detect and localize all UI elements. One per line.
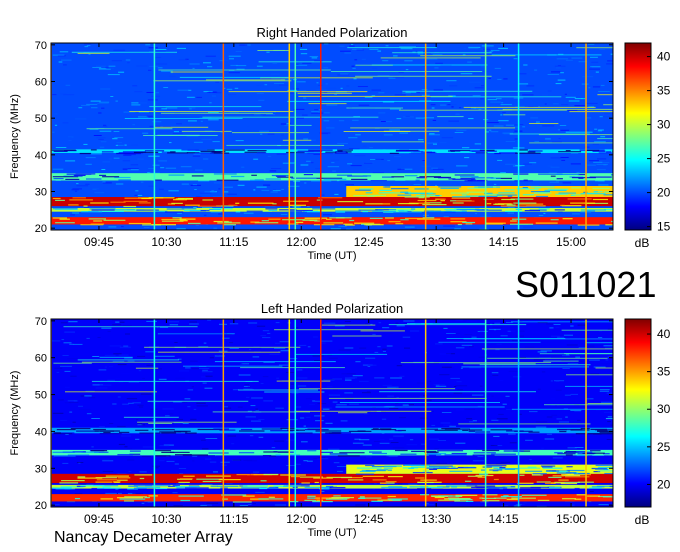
x-tick-label: 12:00 [286, 512, 316, 526]
x-tick-label: 12:45 [354, 235, 384, 249]
x-tick-label: 14:15 [489, 235, 519, 249]
panel-left-polarization: Left Handed Polarization 09:45 10:30 11:15 1… [9, 301, 671, 539]
x-tick-label: 12:00 [286, 235, 316, 249]
vertical-event-7 [484, 319, 487, 507]
event-id: S011021 [515, 264, 657, 305]
plot-title: Left Handed Polarization [261, 301, 403, 316]
y-axis-label: Frequency (MHz) [9, 94, 21, 179]
y-axis-label: Frequency (MHz) [9, 371, 21, 456]
x-tick-label: 09:45 [84, 512, 114, 526]
colorbar-gradient [624, 42, 652, 231]
vertical-event-5 [320, 43, 322, 230]
y-tick-label: 20 [35, 223, 47, 235]
y-tick-label: 40 [35, 426, 47, 438]
x-tick-label: 11:15 [219, 235, 248, 249]
vertical-event-1 [153, 319, 156, 507]
colorbar-tick-label: 25 [657, 440, 671, 454]
vertical-event-6 [424, 43, 427, 230]
vertical-event-8 [517, 43, 520, 230]
y-tick-label: 50 [35, 390, 47, 402]
y-tick-label: 70 [35, 40, 47, 52]
y-tick-label: 50 [35, 113, 47, 125]
colorbar-tick-label: 20 [657, 186, 671, 200]
vertical-event-9 [585, 319, 587, 507]
y-tick-label: 60 [35, 77, 47, 89]
x-axis-label: Time (UT) [307, 527, 356, 539]
y-tick-label: 40 [35, 150, 47, 162]
y-tick-label: 20 [35, 500, 47, 512]
colorbar-unit-label: dB [635, 513, 650, 527]
vertical-event-6 [424, 319, 427, 507]
colorbar-tick-label: 15 [657, 220, 671, 234]
colorbar-unit-label: dB [635, 236, 650, 250]
panel-right-polarization: Right Handed Polarization 09:45 10:30 11:15… [9, 25, 671, 262]
vertical-event-3 [288, 319, 291, 507]
y-tick-label: 60 [35, 353, 47, 365]
colorbar-tick-label: 35 [657, 365, 671, 379]
colorbar: 20 25 30 35 40 dB [624, 318, 671, 527]
colorbar-tick-label: 40 [657, 327, 671, 341]
x-axis-label: Time (UT) [307, 250, 356, 262]
vertical-event-4 [294, 319, 297, 507]
colorbar-tick-label: 25 [657, 152, 671, 166]
x-tick-label: 13:30 [421, 512, 451, 526]
x-tick-label: 11:15 [219, 512, 248, 526]
x-tick-label: 15:00 [556, 512, 586, 526]
colorbar-tick-label: 40 [657, 50, 671, 64]
vertical-event-4 [294, 43, 297, 230]
vertical-event-5 [320, 319, 322, 507]
x-tick-label: 12:45 [354, 512, 384, 526]
vertical-event-9 [585, 43, 587, 230]
y-tick-label: 30 [35, 187, 47, 199]
colorbar-tick-label: 30 [657, 402, 671, 416]
plot-title: Right Handed Polarization [256, 25, 407, 40]
vertical-event-2 [222, 319, 225, 507]
colorbar-tick-label: 30 [657, 118, 671, 132]
x-tick-label: 14:15 [489, 512, 519, 526]
x-tick-label: 10:30 [151, 512, 181, 526]
colorbar-tick-label: 20 [657, 477, 671, 491]
colorbar-gradient [624, 318, 652, 508]
x-tick-label: 09:45 [84, 235, 114, 249]
instrument-name: Nancay Decameter Array [54, 529, 233, 546]
vertical-event-3 [288, 43, 291, 230]
x-tick-label: 15:00 [556, 235, 586, 249]
vertical-event-1 [153, 43, 156, 230]
colorbar: 15 20 25 30 35 40 dB [624, 42, 671, 250]
colorbar-tick-label: 35 [657, 84, 671, 98]
vertical-event-8 [517, 319, 520, 507]
vertical-event-7 [484, 43, 487, 230]
vertical-event-2 [222, 43, 225, 230]
y-tick-label: 70 [35, 316, 47, 328]
x-tick-label: 10:30 [151, 235, 181, 249]
x-tick-label: 13:30 [421, 235, 451, 249]
y-tick-label: 30 [35, 463, 47, 475]
